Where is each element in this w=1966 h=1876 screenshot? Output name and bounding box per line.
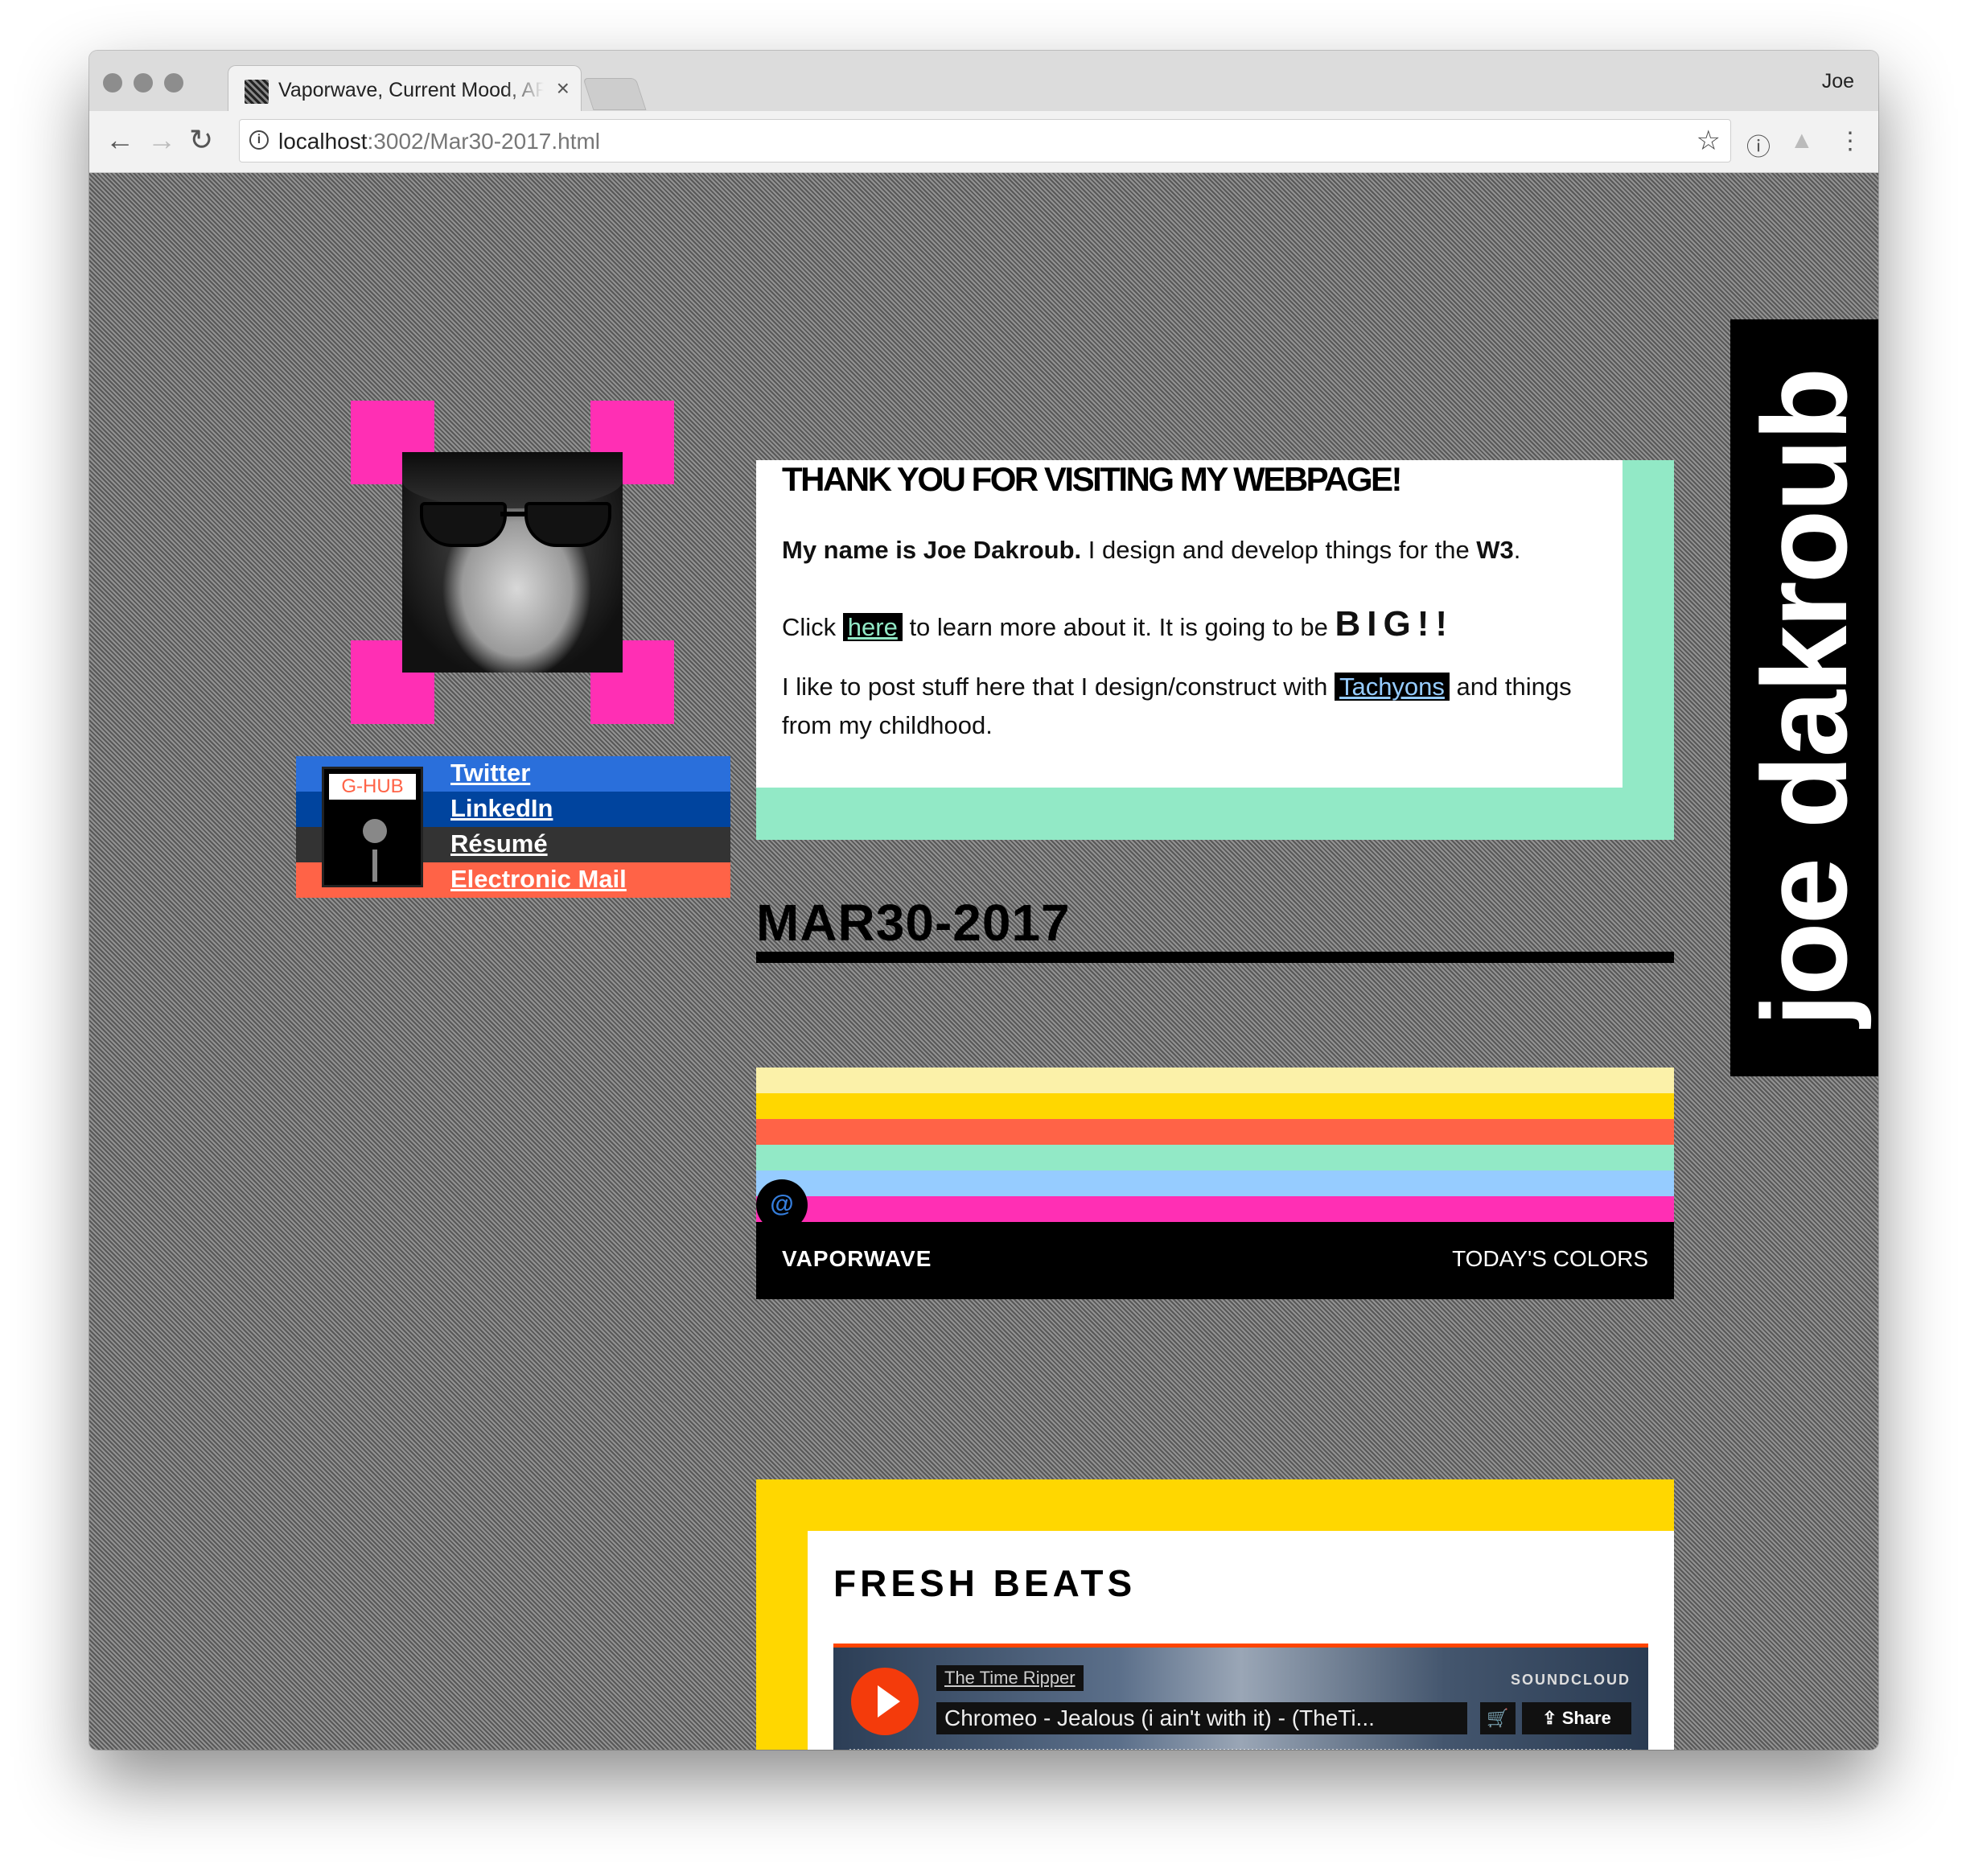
menu-icon[interactable]: ⋮ bbox=[1838, 127, 1862, 155]
color-swatch bbox=[756, 1196, 1674, 1222]
cart-icon[interactable]: 🛒 bbox=[1480, 1702, 1516, 1734]
forward-arrow-icon[interactable]: → bbox=[147, 124, 176, 156]
fresh-beats-card: FRESH BEATS The Time Ripper Chromeo - Je… bbox=[808, 1531, 1674, 1750]
profile-photo bbox=[402, 452, 623, 673]
favicon-icon bbox=[245, 80, 269, 104]
profile-name[interactable]: Joe bbox=[1822, 70, 1854, 93]
color-swatch bbox=[756, 1093, 1674, 1119]
browser-tab[interactable]: Vaporwave, Current Mood, ART × bbox=[228, 65, 582, 111]
twitter-link[interactable]: Twitter bbox=[450, 759, 530, 788]
tachyons-link[interactable]: Tachyons bbox=[1334, 673, 1450, 701]
post-date-title: MAR30-2017 bbox=[756, 894, 1071, 952]
tab-bar: Vaporwave, Current Mood, ART × Joe bbox=[89, 51, 1878, 111]
color-palette: VAPORWAVE TODAY'S COLORS bbox=[756, 1068, 1674, 1299]
track-title[interactable]: Chromeo - Jealous (i ain't with it) - (T… bbox=[936, 1702, 1467, 1734]
ghub-label: G-HUB bbox=[329, 774, 416, 800]
share-button[interactable]: ⇪ Share bbox=[1522, 1702, 1631, 1734]
social-links: Twitter LinkedIn Résumé Electronic Mail … bbox=[296, 756, 730, 898]
tachyons-paragraph: I like to post stuff here that I design/… bbox=[782, 673, 1572, 739]
color-swatch bbox=[756, 1068, 1674, 1093]
joystick-icon bbox=[363, 819, 387, 843]
welcome-title: THANK YOU FOR VISITING MY WEBPAGE! bbox=[782, 460, 1403, 498]
color-swatch bbox=[756, 1170, 1674, 1196]
palette-name: VAPORWAVE bbox=[782, 1246, 932, 1271]
reload-icon[interactable]: ↻ bbox=[189, 124, 213, 156]
browser-window: Vaporwave, Current Mood, ART × Joe ← → ↻… bbox=[89, 51, 1878, 1750]
fresh-beats-panel: FRESH BEATS The Time Ripper Chromeo - Je… bbox=[756, 1479, 1674, 1750]
zoom-window-button[interactable] bbox=[164, 73, 183, 93]
linkedin-link[interactable]: LinkedIn bbox=[450, 794, 553, 823]
soundcloud-player: The Time Ripper Chromeo - Jealous (i ain… bbox=[833, 1644, 1648, 1750]
share-icon: ⇪ bbox=[1542, 1708, 1562, 1728]
tab-close-icon[interactable]: × bbox=[557, 76, 570, 101]
page-content: Twitter LinkedIn Résumé Electronic Mail … bbox=[89, 173, 1878, 1750]
date-divider bbox=[756, 952, 1674, 963]
soundcloud-logo[interactable]: SOUNDCLOUD bbox=[1511, 1672, 1631, 1689]
browser-toolbar: ← → ↻ i localhost:3002/Mar30-2017.html ☆… bbox=[89, 111, 1878, 173]
intro-paragraph: My name is Joe Dakroub. I design and dev… bbox=[782, 536, 1521, 564]
waveform[interactable] bbox=[849, 1749, 1634, 1750]
url-text[interactable]: localhost:3002/Mar30-2017.html bbox=[278, 129, 600, 154]
at-icon-button[interactable]: @ bbox=[756, 1179, 808, 1231]
profile-photo-frame bbox=[351, 401, 674, 724]
artist-link[interactable]: The Time Ripper bbox=[936, 1665, 1084, 1691]
click-paragraph: Click here to learn more about it. It is… bbox=[782, 604, 1454, 644]
new-tab-button[interactable] bbox=[582, 78, 647, 110]
tab-title: Vaporwave, Current Mood, ART bbox=[278, 79, 544, 101]
play-icon[interactable] bbox=[851, 1668, 919, 1735]
info-icon[interactable]: i bbox=[249, 130, 269, 150]
ghub-badge[interactable]: G-HUB bbox=[322, 767, 423, 887]
back-arrow-icon[interactable]: ← bbox=[105, 124, 134, 156]
color-stripes bbox=[756, 1068, 1674, 1222]
here-link[interactable]: here bbox=[842, 613, 903, 641]
welcome-panel: THANK YOU FOR VISITING MY WEBPAGE! My na… bbox=[756, 460, 1674, 840]
palette-caption: TODAY'S COLORS bbox=[1452, 1246, 1648, 1271]
color-swatch bbox=[756, 1145, 1674, 1170]
color-swatch bbox=[756, 1119, 1674, 1145]
minimize-window-button[interactable] bbox=[134, 73, 153, 93]
address-bar[interactable]: i localhost:3002/Mar30-2017.html ☆ bbox=[239, 119, 1731, 163]
palette-footer: VAPORWAVE TODAY'S COLORS bbox=[756, 1222, 1674, 1299]
drive-icon[interactable]: ▲ bbox=[1790, 127, 1814, 154]
resume-link[interactable]: Résumé bbox=[450, 829, 548, 858]
email-link[interactable]: Electronic Mail bbox=[450, 865, 627, 894]
name-banner: joe dakroub bbox=[1730, 319, 1878, 1076]
extension-icon[interactable]: ⓘ bbox=[1746, 127, 1771, 163]
welcome-card: THANK YOU FOR VISITING MY WEBPAGE! My na… bbox=[756, 460, 1623, 788]
name-banner-text: joe dakroub bbox=[1737, 368, 1872, 1027]
star-icon[interactable]: ☆ bbox=[1697, 125, 1721, 157]
close-window-button[interactable] bbox=[103, 73, 122, 93]
fresh-beats-title: FRESH BEATS bbox=[833, 1562, 1137, 1604]
big-text: BIG!! bbox=[1335, 604, 1454, 644]
